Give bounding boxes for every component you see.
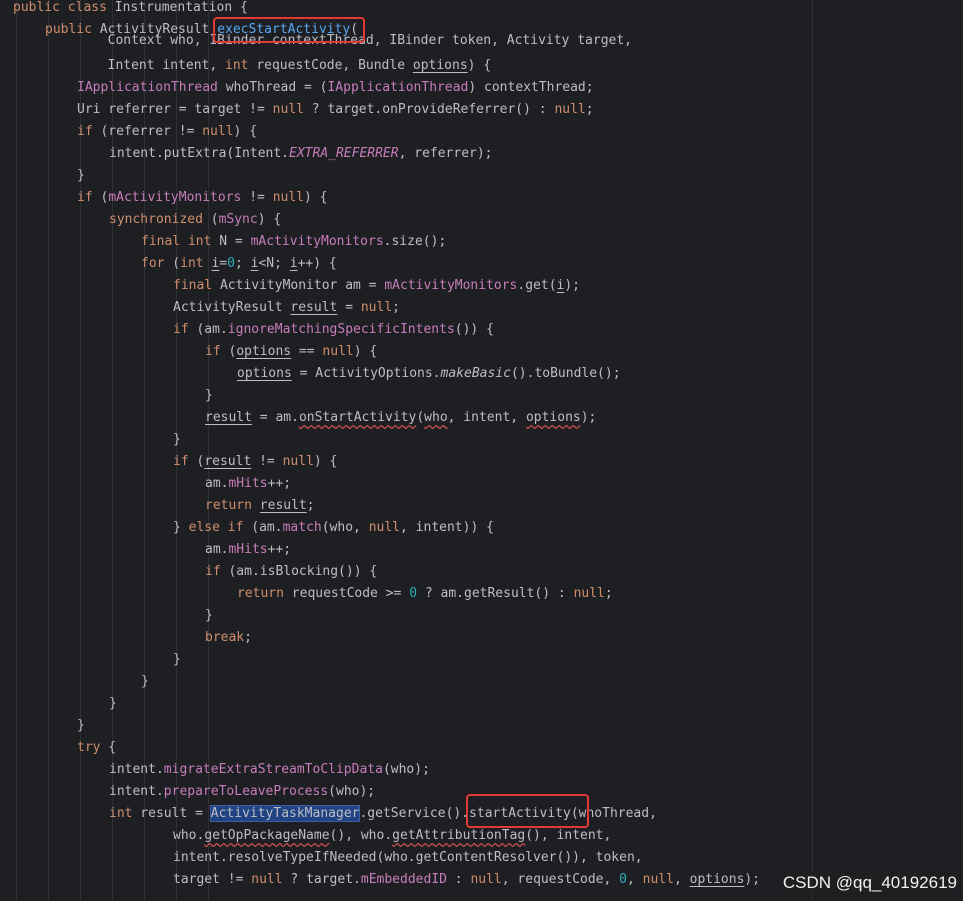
code-line[interactable]: intent.migrateExtraStreamToClipData(who)… [109, 759, 430, 781]
code-line[interactable]: if (am.ignoreMatchingSpecificIntents()) … [173, 319, 494, 341]
code-line[interactable]: } [205, 605, 213, 627]
code-line[interactable]: } [173, 429, 181, 451]
code-line[interactable]: target != null ? target.mEmbeddedID : nu… [173, 869, 760, 891]
watermark: CSDN @qq_40192619 [780, 872, 959, 894]
code-line[interactable]: } [77, 165, 85, 187]
indent-guide [16, 0, 17, 901]
code-line[interactable]: } else if (am.match(who, null, intent)) … [173, 517, 494, 539]
code-editor[interactable]: public class Instrumentation { public Ac… [0, 0, 963, 901]
code-line[interactable]: int result = ActivityTaskManager.getServ… [109, 803, 657, 825]
code-line[interactable]: break; [205, 627, 252, 649]
code-line[interactable]: } [205, 385, 213, 407]
code-line[interactable]: intent.resolveTypeIfNeeded(who.getConten… [173, 847, 643, 869]
code-line[interactable]: IApplicationThread whoThread = (IApplica… [77, 77, 594, 99]
code-line[interactable]: intent.putExtra(Intent.EXTRA_REFERRER, r… [109, 143, 493, 165]
code-line[interactable]: } [141, 671, 149, 693]
code-line[interactable]: if (am.isBlocking()) { [205, 561, 377, 583]
code-line[interactable]: Uri referrer = target != null ? target.o… [77, 99, 594, 121]
code-line[interactable]: if (options == null) { [205, 341, 377, 363]
right-margin-guide [812, 0, 813, 901]
code-line[interactable]: synchronized (mSync) { [109, 209, 281, 231]
code-line[interactable]: public class Instrumentation { [13, 0, 248, 19]
code-line[interactable]: who.getOpPackageName(), who.getAttributi… [173, 825, 611, 847]
code-line[interactable]: if (result != null) { [173, 451, 337, 473]
code-line[interactable]: return result; [205, 495, 315, 517]
code-line[interactable]: final ActivityMonitor am = mActivityMoni… [173, 275, 580, 297]
method-call-startActivity: .startActivity [461, 806, 571, 821]
code-line[interactable]: am.mHits++; [205, 539, 291, 561]
indent-guide [48, 0, 49, 901]
code-line[interactable]: } [77, 715, 85, 737]
code-line[interactable]: } [173, 649, 181, 671]
code-line[interactable]: return requestCode >= 0 ? am.getResult()… [237, 583, 613, 605]
code-line[interactable]: Intent intent, int requestCode, Bundle o… [45, 55, 492, 77]
code-line[interactable]: if (mActivityMonitors != null) { [77, 187, 327, 209]
code-line[interactable]: intent.prepareToLeaveProcess(who); [109, 781, 375, 803]
code-line[interactable]: for (int i=0; i<N; i++) { [141, 253, 337, 275]
class-name-ActivityTaskManager: ActivityTaskManager [209, 805, 361, 822]
code-line[interactable]: am.mHits++; [205, 473, 291, 495]
code-line[interactable]: ActivityResult result = null; [173, 297, 400, 319]
code-line[interactable]: result = am.onStartActivity(who, intent,… [205, 407, 596, 429]
code-line[interactable]: options = ActivityOptions.makeBasic().to… [237, 363, 621, 385]
code-line[interactable]: } [109, 693, 117, 715]
code-line[interactable]: try { [77, 737, 116, 759]
code-line[interactable]: final int N = mActivityMonitors.size(); [141, 231, 446, 253]
code-line[interactable]: if (referrer != null) { [77, 121, 257, 143]
code-line[interactable]: Context who, IBinder contextThread, IBin… [45, 33, 632, 49]
